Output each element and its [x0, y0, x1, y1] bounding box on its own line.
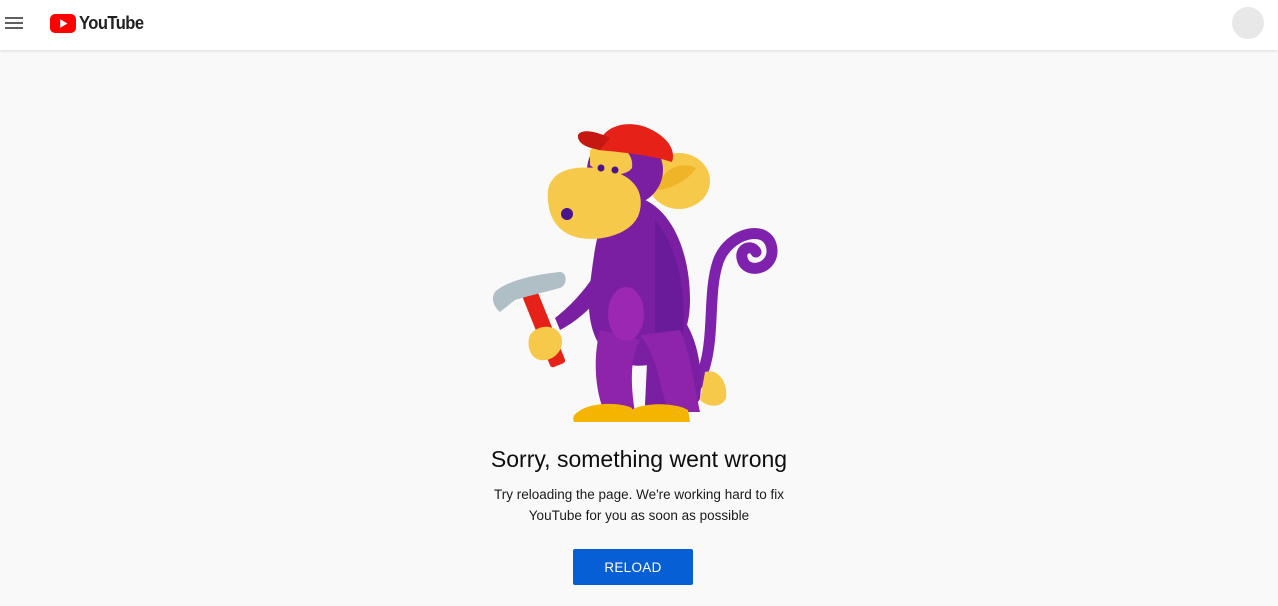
error-title: Sorry, something went wrong — [490, 446, 788, 472]
error-message: Try reloading the page. We're working ha… — [439, 484, 839, 526]
monkey-illustration — [492, 124, 778, 422]
youtube-play-icon — [50, 13, 76, 33]
reload-button[interactable]: RELOAD — [573, 549, 693, 585]
hamburger-menu-icon[interactable] — [4, 14, 24, 32]
error-message-line-2: YouTube for you as soon as possible — [528, 508, 750, 523]
masthead: YouTube — [0, 0, 1278, 50]
youtube-logo[interactable]: YouTube — [50, 12, 149, 34]
avatar[interactable] — [1232, 7, 1264, 39]
error-message-line-1: Try reloading the page. We're working ha… — [494, 487, 784, 502]
youtube-wordmark: YouTube — [79, 12, 144, 33]
